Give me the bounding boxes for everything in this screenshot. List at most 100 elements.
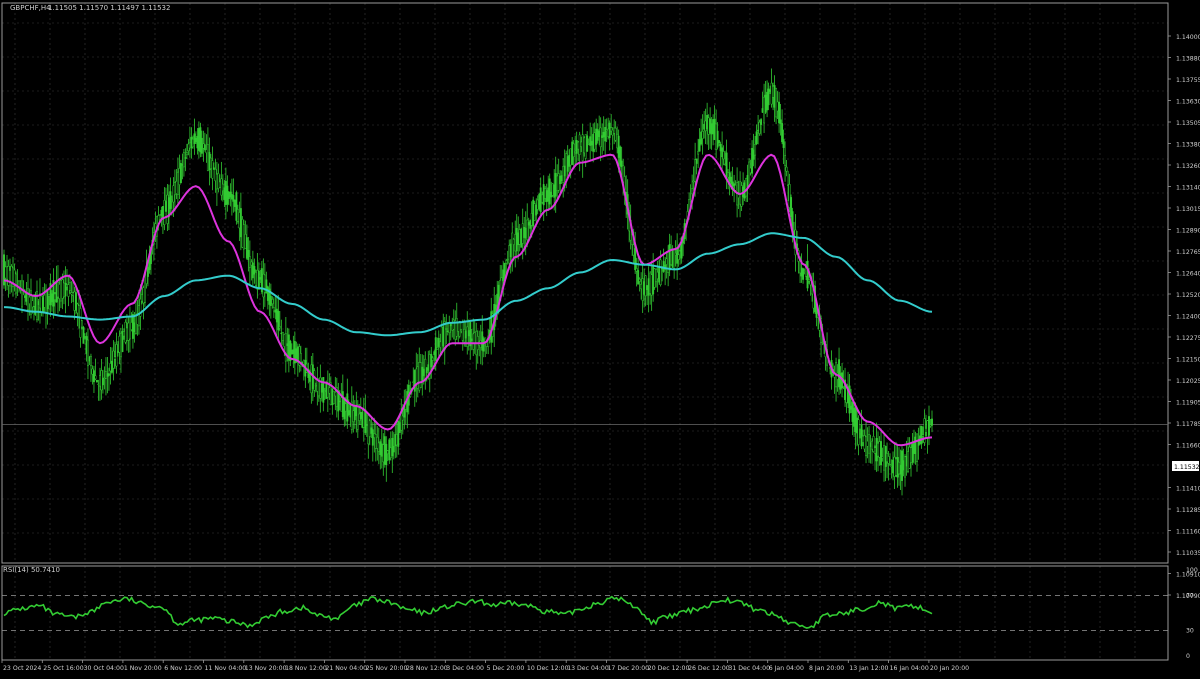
candle-body [668,244,671,271]
candle-body [170,199,173,201]
candle-body [520,228,523,248]
candle-body [443,321,446,350]
price-label: 1.13140 [1176,185,1200,192]
candle-body [922,434,924,437]
candle-body [905,455,908,467]
time-label: 18 Nov 12:00 [285,665,327,672]
candle-body [379,441,382,455]
candle-body [211,160,214,179]
candle-body [781,123,784,143]
candle-body [605,129,608,132]
candle-body [914,436,917,455]
candle-body [704,120,707,132]
candle-body [6,266,8,280]
candle-body [266,286,269,301]
candle-body [212,167,215,170]
candle-body [737,194,740,199]
time-label: 6 Nov 12:00 [164,665,202,672]
candle-body [248,256,251,268]
candle-body [101,378,104,386]
time-label: 11 Nov 04:00 [205,665,247,672]
candle-body [79,308,82,338]
candle-body [718,140,721,144]
candle-body [784,155,787,166]
candle-body [275,308,278,323]
candle-body [352,410,355,423]
candle-body [367,415,370,445]
candle-body [862,435,864,443]
candle-body [346,393,349,422]
candle-body [655,269,658,283]
candle-body [110,360,113,373]
candle-body [907,451,909,472]
time-label: 31 Dec 04:00 [728,665,770,672]
candle-body [526,219,529,240]
chart-svg[interactable]: 1.14000 1.13880 1.13755 1.13630 1.13505 1.133… [0,0,1200,675]
candle-body [931,418,933,426]
candle-body [188,142,191,149]
candle [520,227,523,248]
candle-body [457,322,460,332]
candle-body [70,292,73,295]
candle-body [347,410,350,416]
price-label: 1.12520 [1176,292,1200,299]
candle-body [592,133,595,152]
candle-body [749,167,752,174]
candle-body [593,132,596,150]
candle-body [45,290,47,314]
candle-body [119,332,122,358]
trading-chart[interactable]: 1.14000 1.13880 1.13755 1.13630 1.13505 1.133… [0,0,1200,675]
candle-body [665,258,668,265]
candle-body [773,85,776,108]
candle-body [224,180,227,205]
candle-body [632,244,635,256]
candle-body [751,147,754,174]
candle-body [334,391,337,397]
candle-body [272,307,275,312]
candle-body [4,266,7,279]
candle-body [656,271,659,280]
candle-body [230,194,233,200]
candle-body [562,166,565,183]
candle-body [398,422,401,433]
candle-body [859,433,861,435]
candle-body [121,331,124,353]
candle-body [437,337,440,347]
candle-body [887,456,890,464]
candle-body [193,133,196,145]
candle-body [458,320,461,337]
symbol-label: GBPCHF,H4 [10,4,51,12]
ohlc-readout: 1.11505 1.11570 1.11497 1.11532 [48,4,170,12]
candle-body [482,338,485,352]
candle [82,325,85,344]
candle-body [772,85,775,98]
time-label: 3 Dec 04:00 [446,665,484,672]
candle-body [277,310,280,331]
candle-body [634,248,637,270]
candle-body [926,420,929,439]
candle-body [590,141,593,146]
price-label: 1.12275 [1176,335,1200,342]
candle-body [122,331,125,337]
candle-body [259,277,262,280]
candle-body [24,295,26,298]
candle-body [913,442,915,454]
price-label: 1.11035 [1176,550,1200,557]
candle-body [66,284,68,288]
candle-body [42,297,44,313]
candle-body [778,101,781,124]
candle-body [730,176,733,184]
candle-body [872,436,875,452]
candle-body [427,364,430,371]
candle-body [320,383,323,393]
candle-body [716,130,719,148]
candle-body [707,117,710,135]
candle-body [673,248,676,269]
candle-body [84,336,86,338]
candle-body [898,461,900,475]
candle-body [130,322,133,330]
candle-body [910,447,912,463]
candle-body [361,411,364,428]
candle-body [691,188,694,195]
candle [235,190,238,225]
